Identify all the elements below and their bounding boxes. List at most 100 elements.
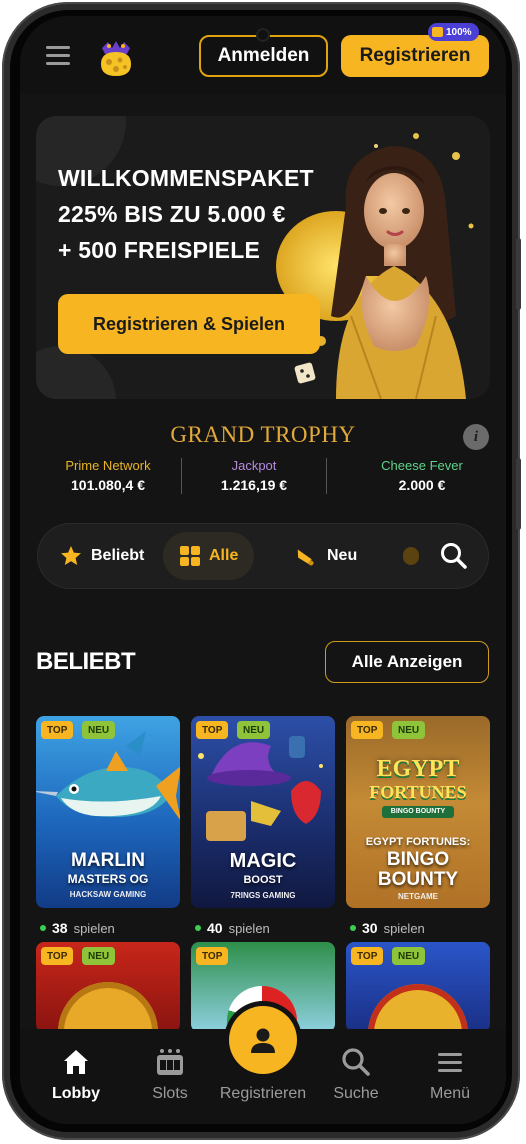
game-subtitle: BOUNTY: [377, 869, 459, 890]
tag-top: TOP: [41, 947, 74, 965]
screen: Anmelden Registrieren 100% WILLKOMMENSPA…: [20, 16, 506, 1124]
slots-icon: [157, 1049, 183, 1075]
bonus-badge-text: 100%: [446, 26, 472, 38]
category-neu[interactable]: Neu: [295, 532, 357, 580]
home-icon: [64, 1050, 88, 1074]
game-card[interactable]: TOP NEU: [36, 942, 180, 1032]
online-dot: [40, 925, 46, 931]
game-provider: HACKSAW GAMING: [69, 890, 147, 899]
tag-new: NEU: [82, 721, 116, 739]
category-alle[interactable]: Alle: [163, 532, 255, 580]
game-subtitle: BOOST: [243, 874, 283, 886]
game-card[interactable]: TOP NEU: [346, 942, 490, 1032]
play-count-label: spielen: [228, 920, 270, 936]
tag-top: TOP: [41, 721, 74, 739]
jackpot-name: Cheese Fever: [381, 458, 463, 473]
info-icon[interactable]: i: [463, 424, 489, 450]
more-categories-icon[interactable]: [403, 547, 419, 565]
volume-button: [516, 238, 521, 310]
tag-top: TOP: [196, 721, 229, 739]
category-beliebt[interactable]: Beliebt: [59, 532, 144, 580]
game-card-marlin[interactable]: TOP NEU MARLIN MASTERS OG HACKSAW GAMING: [36, 716, 180, 908]
game-subtitle: BINGO: [386, 849, 450, 870]
play-count-value: 30: [362, 920, 378, 936]
game-card-egypt-fortunes[interactable]: EGYPT FORTUNES BINGO BOUNTY TOP NEU EGYP…: [346, 716, 490, 908]
jackpot-jackpot: Jackpot 1.216,19 €: [179, 458, 329, 493]
category-label: Alle: [209, 547, 239, 564]
online-dot: [350, 925, 356, 931]
nav-menu[interactable]: Menü: [402, 1029, 498, 1124]
nav-label: Suche: [333, 1085, 379, 1102]
banner-title-line: + 500 FREISPIELE: [58, 237, 260, 263]
category-bar: Beliebt Alle Neu: [37, 523, 489, 589]
user-icon: [251, 1028, 275, 1053]
category-label: Neu: [327, 547, 358, 564]
star-icon: [61, 546, 81, 565]
gold-coin-art: [58, 982, 158, 1032]
menu-icon: [438, 1053, 462, 1072]
play-count-label: spielen: [383, 920, 425, 936]
brand-logo[interactable]: [96, 38, 136, 78]
tag-new: NEU: [237, 721, 271, 739]
gift-icon: [432, 27, 443, 37]
tag-top: TOP: [351, 721, 384, 739]
nav-slots[interactable]: Slots: [122, 1029, 218, 1124]
grand-trophy-title: GRAND TROPHY: [170, 422, 356, 447]
game-subtitle: MASTERS OG: [67, 872, 149, 886]
nav-lobby[interactable]: Lobby: [28, 1029, 124, 1124]
banner-title-line: WILLKOMMENSPAKET: [58, 165, 314, 191]
game-title-full: EGYPT FORTUNES:: [365, 836, 471, 848]
game-provider: 7RINGS GAMING: [230, 891, 296, 900]
power-button: [516, 458, 521, 530]
game-title: MAGIC: [229, 850, 297, 872]
play-count-value: 40: [207, 920, 223, 936]
jackpot-value: 101.080,4 €: [71, 477, 145, 493]
tag-new: NEU: [392, 947, 426, 965]
play-count-label: spielen: [73, 920, 115, 936]
nav-label: Menü: [429, 1085, 471, 1102]
nav-label: Lobby: [52, 1085, 100, 1102]
register-play-button[interactable]: Registrieren & Spielen: [58, 294, 320, 354]
jackpot-name: Jackpot: [231, 458, 277, 473]
section-title: BELIEBT: [36, 648, 136, 675]
egypt-logo-line1: EGYPT: [376, 756, 460, 782]
register-fab-button[interactable]: [229, 1006, 297, 1074]
show-all-button[interactable]: Alle Anzeigen: [325, 641, 489, 683]
jackpot-prime-network: Prime Network 101.080,4 €: [33, 458, 183, 493]
register-button[interactable]: Registrieren: [341, 35, 489, 77]
play-count-value: 38: [52, 920, 68, 936]
category-label: Beliebt: [91, 547, 145, 564]
jackpot-name: Prime Network: [65, 458, 151, 473]
app-header: Anmelden Registrieren 100%: [20, 16, 506, 94]
play-count: 38 spielen: [40, 920, 115, 936]
login-button[interactable]: Anmelden: [199, 35, 328, 77]
egypt-logo-line2: FORTUNES: [369, 782, 467, 802]
search-icon[interactable]: [439, 541, 469, 571]
nav-search[interactable]: Suche: [308, 1029, 404, 1124]
hamburger-menu-icon[interactable]: [46, 46, 72, 66]
nav-label: Slots: [152, 1085, 188, 1102]
play-count: 40 spielen: [195, 920, 270, 936]
tag-top: TOP: [196, 947, 229, 965]
banner-title: WILLKOMMENSPAKET 225% BIS ZU 5.000 € + 5…: [58, 160, 358, 268]
online-dot: [195, 925, 201, 931]
tag-top: TOP: [351, 947, 384, 965]
tag-new: NEU: [82, 947, 116, 965]
front-camera: [258, 30, 268, 40]
nav-label: Registrieren: [219, 1085, 307, 1102]
grid-icon: [180, 546, 200, 566]
banner-title-line: 225% BIS ZU 5.000 €: [58, 201, 286, 227]
game-provider: NETGAME: [398, 892, 438, 901]
egypt-logo-sub: BINGO BOUNTY: [382, 806, 454, 818]
search-icon: [342, 1048, 370, 1076]
divider: [326, 458, 327, 494]
coin-art: [368, 984, 468, 1032]
game-card-magic-boost[interactable]: TOP NEU MAGIC BOOST 7RINGS GAMING: [191, 716, 335, 908]
play-count: 30 spielen: [350, 920, 425, 936]
jackpot-cheese-fever: Cheese Fever 2.000 €: [347, 458, 497, 493]
marlin-fish-art: [36, 731, 180, 820]
bell-icon: [297, 549, 314, 566]
jackpot-value: 2.000 €: [398, 477, 446, 493]
game-title: MARLIN: [71, 850, 145, 871]
welcome-banner[interactable]: WILLKOMMENSPAKET 225% BIS ZU 5.000 € + 5…: [36, 116, 490, 399]
